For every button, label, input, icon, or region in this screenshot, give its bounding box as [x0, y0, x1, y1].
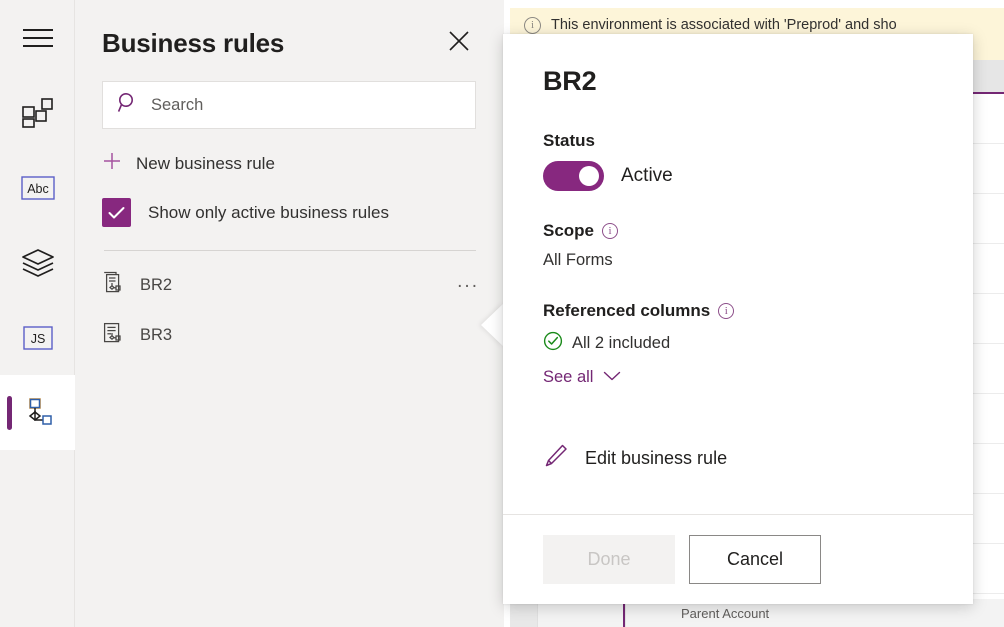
search-input[interactable]: Search	[102, 81, 476, 129]
info-circle-icon: i	[524, 17, 541, 34]
rail-item-relationships[interactable]	[0, 225, 75, 300]
business-rule-flow-icon	[21, 397, 55, 429]
flyout-body: BR2 Status Active Scope i All Forms Refe…	[503, 34, 973, 514]
check-circle-icon	[543, 331, 563, 356]
app-root: i This environment is associated with 'P…	[0, 0, 1004, 627]
new-business-rule-label: New business rule	[136, 154, 275, 174]
status-label-text: Status	[543, 131, 595, 151]
referenced-columns-label: Referenced columns i	[543, 301, 933, 321]
search-wrapper: Search	[75, 59, 504, 129]
js-icon: JS	[23, 326, 53, 350]
status-toggle-row: Active	[543, 161, 933, 191]
toggle-knob	[579, 166, 599, 186]
rail-item-scripts[interactable]: JS	[0, 300, 75, 375]
business-rule-icon	[102, 271, 126, 300]
overflow-menu-button[interactable]: ...	[457, 277, 479, 293]
info-icon[interactable]: i	[718, 303, 734, 319]
new-business-rule-button[interactable]: New business rule	[75, 129, 504, 176]
rail-item-tables[interactable]	[0, 75, 75, 150]
referenced-columns-label-text: Referenced columns	[543, 301, 710, 321]
see-all-button[interactable]: See all	[543, 368, 621, 387]
business-rules-pane: Business rules	[75, 0, 504, 627]
left-icon-rail: Abc JS	[0, 0, 75, 627]
list-item-label: BR3	[140, 326, 479, 345]
see-all-label: See all	[543, 368, 593, 387]
show-only-active-label: Show only active business rules	[148, 203, 389, 223]
referenced-columns-status-text: All 2 included	[572, 334, 670, 353]
list-item-br2[interactable]: BR2 ...	[75, 260, 504, 310]
business-rule-detail-flyout: BR2 Status Active Scope i All Forms Refe…	[503, 34, 973, 604]
close-icon	[448, 30, 470, 57]
flyout-title: BR2	[543, 66, 933, 97]
page-title: Business rules	[102, 28, 284, 59]
flyout-footer: Done Cancel	[503, 514, 973, 604]
status-label: Status	[543, 131, 933, 151]
business-rule-icon	[102, 321, 126, 350]
environment-banner-text: This environment is associated with 'Pre…	[551, 16, 897, 34]
edit-business-rule-label: Edit business rule	[585, 448, 727, 469]
business-rules-list: BR2 ...	[75, 251, 504, 360]
hamburger-icon	[23, 27, 53, 49]
done-button[interactable]: Done	[543, 535, 675, 584]
close-button[interactable]	[444, 29, 474, 59]
list-item-br3[interactable]: BR3	[75, 310, 504, 360]
svg-text:JS: JS	[30, 332, 45, 346]
list-item-label: BR2	[140, 276, 443, 295]
show-only-active-checkbox[interactable]: Show only active business rules	[75, 176, 504, 227]
chevron-down-icon	[603, 368, 621, 387]
scope-label-text: Scope	[543, 221, 594, 241]
rail-item-columns[interactable]: Abc	[0, 150, 75, 225]
scope-label: Scope i	[543, 221, 933, 241]
edit-business-rule-button[interactable]: Edit business rule	[543, 443, 933, 474]
callout-beak	[481, 303, 504, 347]
rail-item-hamburger-menu[interactable]	[0, 0, 75, 75]
pane-header: Business rules	[75, 0, 504, 59]
abc-text-icon: Abc	[21, 176, 55, 200]
status-toggle[interactable]	[543, 161, 604, 191]
grid-tiles-icon	[22, 98, 54, 128]
checkbox-checked	[102, 198, 131, 227]
layers-icon	[21, 248, 55, 278]
referenced-columns-status: All 2 included	[543, 331, 933, 356]
plus-icon	[102, 151, 122, 176]
search-icon	[117, 92, 139, 119]
svg-text:Abc: Abc	[27, 182, 49, 196]
scope-value: All Forms	[543, 251, 933, 270]
cancel-button[interactable]: Cancel	[689, 535, 821, 584]
status-state-text: Active	[621, 165, 673, 187]
pencil-icon	[543, 443, 569, 474]
info-icon[interactable]: i	[602, 223, 618, 239]
search-placeholder: Search	[151, 96, 203, 115]
rail-item-business-rules[interactable]	[0, 375, 75, 450]
